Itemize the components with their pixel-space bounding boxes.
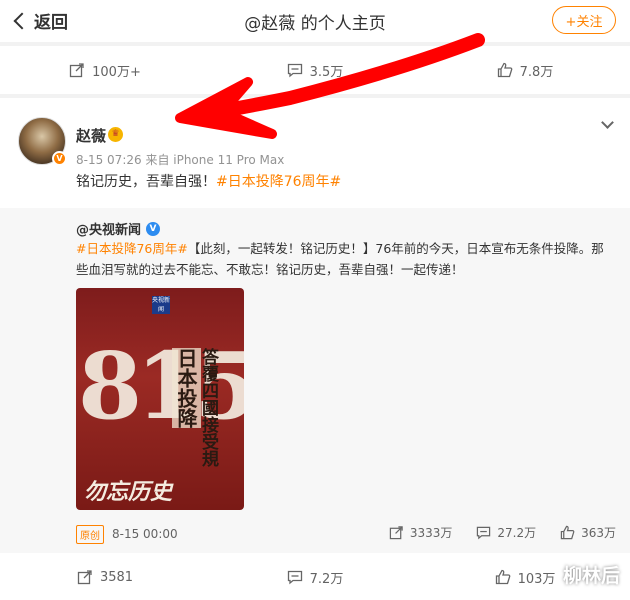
repost-like-button[interactable]: 363万 [560, 524, 616, 541]
post-meta: 8-15 07:26 来自 iPhone 11 Pro Max [76, 153, 285, 167]
repost-text: #日本投降76周年#【此刻，一起转发！铭记历史！】76年前的今天，日本宣布无条件… [76, 238, 616, 280]
username[interactable]: 赵薇 [76, 125, 106, 146]
comment-button[interactable]: 3.5万 [210, 46, 420, 94]
repost-comment-count: 27.2万 [497, 526, 537, 540]
poster-vertical-text-2: 答覆四國接受規 [198, 348, 218, 467]
verified-blue-icon: V [146, 221, 161, 236]
repost-author-name: @央视新闻 [76, 223, 142, 238]
cctv-news-logo: 央视新闻 [152, 296, 171, 314]
original-tag: 原创 [76, 524, 104, 544]
post-actions: 3581 7.2万 103万 [0, 553, 630, 600]
profile-page: 返回 @赵薇 的个人主页 +关注 100万+ 3.5万 7.8万 V 赵薇 ♛ … [0, 0, 630, 600]
repost-icon [69, 63, 84, 78]
avatar[interactable]: V [18, 117, 67, 166]
comment-count: 3.5万 [309, 64, 344, 80]
reposted-content[interactable]: @央视新闻 V #日本投降76周年#【此刻，一起转发！铭记历史！】76年前的今天… [0, 208, 630, 553]
post-card: V 赵薇 ♛ 8-15 07:26 来自 iPhone 11 Pro Max 铭… [0, 98, 630, 553]
repost-icon [77, 570, 92, 585]
comment-icon [287, 570, 302, 585]
comment-count: 7.2万 [309, 571, 344, 587]
thumbs-up-icon [560, 525, 575, 540]
repost-hashtag-link[interactable]: #日本投降76周年# [76, 241, 188, 256]
repost-repost-count: 3333万 [409, 526, 453, 540]
repost-footer: 原创 8-15 00:00 3333万 27.2万 363万 [76, 524, 616, 544]
comment-button[interactable]: 7.2万 [210, 553, 420, 600]
repost-repost-button[interactable]: 3333万 [389, 524, 453, 541]
repost-comment-button[interactable]: 27.2万 [476, 524, 536, 541]
post-body: 铭记历史，吾辈自强！ [76, 174, 216, 190]
repost-like-count: 363万 [581, 526, 616, 540]
repost-button[interactable]: 3581 [0, 553, 210, 600]
repost-date: 8-15 00:00 [112, 527, 178, 541]
repost-icon [389, 526, 403, 540]
chevron-down-icon[interactable] [601, 116, 614, 129]
like-count: 7.8万 [519, 64, 554, 80]
page-title: @赵薇 的个人主页 [244, 14, 386, 34]
poster-slogan: 勿忘历史 [84, 479, 173, 505]
post-text: 铭记历史，吾辈自强！#日本投降76周年# [76, 171, 341, 191]
verified-badge: V [52, 151, 67, 166]
thumbs-up-icon [495, 569, 510, 585]
repost-stats: 3333万 27.2万 363万 [365, 524, 616, 541]
repost-count: 100万+ [92, 64, 141, 80]
like-button[interactable]: 7.8万 [420, 46, 630, 94]
comment-icon [287, 63, 302, 78]
hashtag-link[interactable]: #日本投降76周年# [216, 174, 341, 190]
follow-button[interactable]: +关注 [552, 6, 616, 34]
poster-image[interactable]: 央视新闻 815 日本投降 答覆四國接受規 勿忘历史 [76, 288, 244, 510]
repost-count: 3581 [99, 569, 134, 585]
thumbs-up-icon [497, 62, 512, 78]
watermark: 柳林后 [562, 565, 620, 587]
like-count: 103万 [517, 571, 556, 587]
crown-icon: ♛ [108, 127, 123, 142]
previous-post-actions: 100万+ 3.5万 7.8万 [0, 46, 630, 94]
top-bar: 返回 @赵薇 的个人主页 +关注 [0, 0, 630, 42]
repost-author[interactable]: @央视新闻 V [76, 219, 161, 238]
comment-icon [477, 526, 491, 540]
repost-button[interactable]: 100万+ [0, 46, 210, 94]
